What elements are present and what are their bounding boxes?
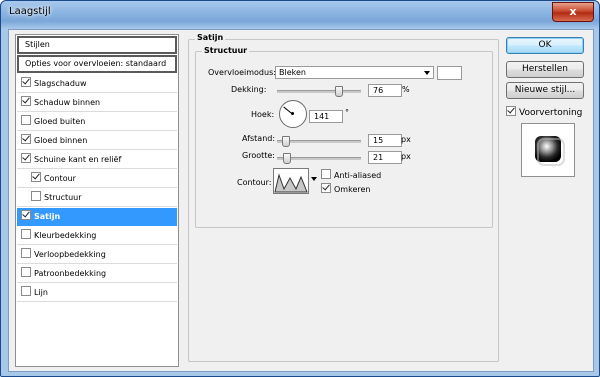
invert-checkbox[interactable] (321, 183, 331, 193)
sidebar-item-verloopbedekking[interactable]: Verloopbedekking (17, 246, 177, 264)
sidebar-item-structuur[interactable]: Structuur (17, 189, 177, 207)
sidebar-item-label: Contour (44, 174, 76, 183)
size-label: Grootte: (242, 151, 275, 160)
sidebar-item-label: Schaduw binnen (34, 98, 101, 107)
sidebar-item-label: Satijn (34, 212, 61, 221)
anti-aliased-option[interactable]: Anti-aliased (321, 169, 381, 180)
distance-slider-thumb[interactable] (281, 136, 290, 147)
window-title: Laagstijl (9, 6, 51, 17)
opacity-input[interactable]: 76 (368, 84, 402, 97)
contour-label: Contour: (237, 178, 272, 187)
preview-checkbox[interactable] (506, 106, 516, 116)
opacity-unit: % (402, 85, 410, 94)
checkbox[interactable] (21, 77, 31, 87)
angle-input[interactable]: 141 (309, 110, 343, 123)
sidebar-item-schuine-kant[interactable]: Schuine kant en reliëf (17, 151, 177, 169)
checkbox[interactable] (21, 115, 31, 125)
invert-option[interactable]: Omkeren (321, 183, 370, 194)
size-slider-thumb[interactable] (283, 153, 292, 164)
sidebar-item-contour[interactable]: Contour (17, 170, 177, 188)
blend-mode-label: Overvloeimodus: (208, 68, 276, 77)
checkbox[interactable] (21, 286, 31, 296)
preview-option[interactable]: Voorvertoning (506, 106, 582, 118)
sidebar-item-label: Opties voor overvloeien: standaard (25, 59, 167, 68)
sidebar-item-label: Slagschaduw (34, 79, 87, 88)
sidebar-item-label: Schuine kant en reliëf (34, 155, 122, 164)
sidebar-item-schaduw-binnen[interactable]: Schaduw binnen (17, 94, 177, 112)
dialog-client-area: Stijlen Opties voor overvloeien: standaa… (8, 29, 594, 372)
sidebar-item-kleurbedekking[interactable]: Kleurbedekking (17, 227, 177, 245)
sidebar-item-stijlen[interactable]: Stijlen (17, 36, 177, 54)
sidebar-item-patroonbedekking[interactable]: Patroonbedekking (17, 265, 177, 283)
satin-group-title: Satijn (195, 33, 226, 42)
sidebar-item-satijn[interactable]: Satijn (17, 208, 177, 226)
reset-button[interactable]: Herstellen (506, 61, 584, 78)
sidebar-item-label: Stijlen (25, 40, 50, 49)
sidebar-item-gloed-binnen[interactable]: Gloed binnen (17, 132, 177, 150)
sidebar-item-label: Patroonbedekking (34, 269, 107, 278)
opacity-slider[interactable] (277, 86, 361, 97)
checkbox[interactable] (21, 229, 31, 239)
style-preview-image (535, 136, 565, 166)
angle-dial-center (291, 112, 294, 115)
angle-label: Hoek: (251, 110, 275, 119)
ok-button[interactable]: OK (506, 37, 584, 54)
anti-aliased-label: Anti-aliased (334, 171, 382, 180)
size-input[interactable]: 21 (368, 151, 402, 164)
checkbox[interactable] (21, 96, 31, 106)
close-button[interactable]: x (552, 2, 594, 22)
distance-unit: px (401, 135, 411, 144)
styles-list: Stijlen Opties voor overvloeien: standaa… (15, 34, 179, 367)
sidebar-item-gloed-buiten[interactable]: Gloed buiten (17, 113, 177, 131)
preview-label: Voorvertoning (519, 108, 583, 118)
checkbox[interactable] (21, 267, 31, 277)
blend-mode-value: Bleken (279, 68, 306, 77)
chevron-down-icon (424, 71, 430, 75)
checkbox[interactable] (31, 172, 41, 182)
angle-dial[interactable] (279, 100, 307, 128)
contour-preview[interactable] (273, 168, 309, 194)
style-preview (521, 123, 575, 177)
sidebar-item-label: Verloopbedekking (34, 250, 106, 259)
checkbox[interactable] (21, 134, 31, 144)
blend-mode-dropdown[interactable]: Bleken (275, 66, 434, 79)
checkbox[interactable] (31, 191, 41, 201)
opacity-label: Dekking: (231, 85, 267, 94)
sidebar-item-label: Kleurbedekking (34, 231, 97, 240)
checkbox[interactable] (21, 153, 31, 163)
invert-label: Omkeren (334, 185, 371, 194)
size-unit: px (401, 152, 411, 161)
contour-curve-icon (274, 173, 308, 193)
distance-input[interactable]: 15 (368, 134, 402, 147)
sidebar-item-label: Gloed buiten (34, 117, 86, 126)
sidebar-item-label: Lijn (34, 288, 48, 297)
satin-color-swatch[interactable] (437, 66, 462, 80)
contour-chevron-down-icon[interactable] (311, 177, 317, 181)
checkbox[interactable] (21, 210, 31, 220)
size-slider[interactable] (277, 153, 361, 164)
new-style-button[interactable]: Nieuwe stijl... (506, 82, 584, 99)
dialog-window: Laagstijl x Stijlen Opties voor overvloe… (0, 0, 600, 377)
opacity-slider-thumb[interactable] (334, 86, 343, 97)
angle-unit: ° (345, 108, 349, 117)
sidebar-item-label: Gloed binnen (34, 136, 88, 145)
distance-slider[interactable] (277, 136, 361, 147)
structure-group-title: Structuur (202, 46, 250, 55)
sidebar-item-lijn[interactable]: Lijn (17, 284, 177, 302)
anti-aliased-checkbox[interactable] (321, 169, 331, 179)
distance-label: Afstand: (242, 134, 276, 143)
sidebar-item-slagschaduw[interactable]: Slagschaduw (17, 75, 177, 93)
sidebar-item-blending-options[interactable]: Opties voor overvloeien: standaard (17, 55, 177, 73)
sidebar-item-label: Structuur (44, 193, 82, 202)
checkbox[interactable] (21, 248, 31, 258)
